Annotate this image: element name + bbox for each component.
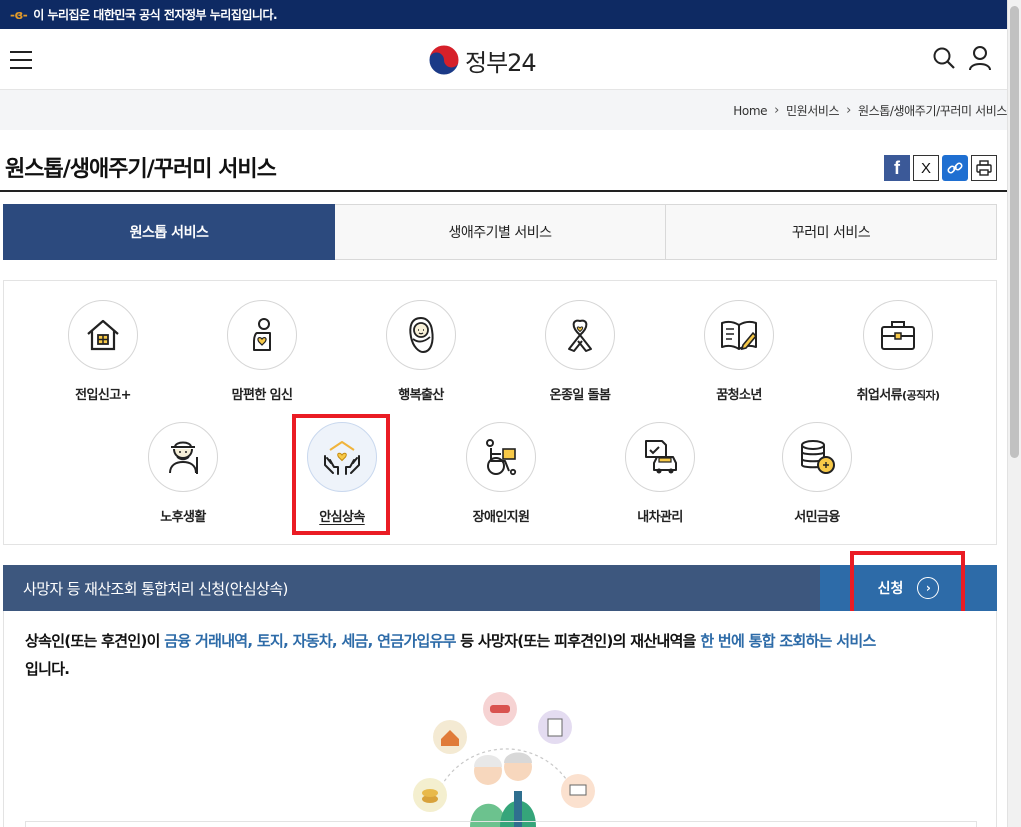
tab-onestop[interactable]: 원스톱 서비스 [3,204,335,260]
service-tabs: 원스톱 서비스 생애주기별 서비스 꾸러미 서비스 [3,204,997,260]
service-circle [148,422,218,492]
service-description: 상속인(또는 후견인)이 금융 거래내역, 토지, 자동차, 세금, 연금가입유… [25,627,985,683]
book-icon [721,320,758,351]
chevron-right-icon: › [774,103,779,118]
page-title: 원스톱/생애주기/꾸러미 서비스 [5,157,277,182]
title-divider [0,190,1007,192]
service-circle [227,300,297,370]
service-circle [466,422,536,492]
logo-text: 정부24 [465,48,537,77]
breadcrumb-current[interactable]: 원스톱/생애주기/꾸러미 서비스 [858,102,1007,119]
service-care[interactable]: 온종일 돌봄 [510,300,650,403]
briefcase-icon [881,321,915,350]
service-circle [68,300,138,370]
service-label: 취업서류(공직자) [857,384,940,403]
service-label: 노후생활 [160,510,206,525]
service-label: 행복출산 [398,388,444,403]
elder-icon [169,441,198,474]
service-youth[interactable]: 꿈청소년 [669,300,809,403]
service-label: 맘편한 임신 [231,388,293,403]
service-senior-life[interactable]: 노후생활 [113,422,253,525]
service-circle [704,300,774,370]
service-disability-support[interactable]: 장애인지원 [431,422,571,525]
tab-package[interactable]: 꾸러미 서비스 [666,204,997,260]
service-car-management[interactable]: 내차관리 [590,422,730,525]
hamburger-menu-icon[interactable] [10,51,32,69]
desc-highlight: 금융 거래내역, 토지, 자동차, 세금, 연금가입유무 [164,632,456,650]
desc-text: 상속인(또는 후견인)이 [25,632,165,650]
service-circle [625,422,695,492]
site-header: 정부24 [0,29,1007,90]
service-circle [782,422,852,492]
wheelchair-icon [486,439,517,476]
share-buttons: f X [884,155,997,181]
service-circle [386,300,456,370]
service-employment-docs[interactable]: 취업서류(공직자) [828,300,968,403]
tab-lifecycle[interactable]: 생애주기별 서비스 [335,204,666,260]
inheritance-illustration [413,692,595,827]
taegeuk-logo-icon [428,44,460,76]
gov-banner: -ɞ- 이 누리집은 대한민국 공식 전자정부 누리집입니다. [0,0,1007,29]
red-highlight-box-service [292,414,390,535]
desc-highlight: 한 번에 통합 조회하는 서비스 [700,632,876,650]
breadcrumb: Home › 민원서비스 › 원스톱/생애주기/꾸러미 서비스 [733,102,1007,119]
breadcrumb-bar: Home › 민원서비스 › 원스톱/생애주기/꾸러미 서비스 [0,90,1007,130]
pregnancy-icon [253,318,271,351]
vertical-scrollbar[interactable] [1007,0,1021,827]
breadcrumb-civil-service[interactable]: 민원서비스 [786,102,840,119]
service-label-main: 취업서류 [856,388,903,403]
ribbon-icon [568,319,592,352]
service-label: 내차관리 [637,510,683,525]
service-label: 온종일 돌봄 [549,388,611,403]
breadcrumb-home[interactable]: Home [733,104,767,118]
car-document-icon [645,440,677,474]
print-icon[interactable] [971,155,997,181]
gov-mark-icon: -ɞ- [10,7,28,22]
service-icon-panel: 전입신고+ 맘편한 임신 행복출산 온종일 돌봄 꿈청소년 취업서류(공직자) [3,280,997,545]
service-label: 꿈청소년 [716,388,762,403]
service-label: 장애인지원 [472,510,530,525]
desc-text: 등 사망자(또는 피후견인)의 재산내역을 [455,632,701,650]
desc-text: 입니다. [25,660,70,678]
chevron-right-icon: › [846,103,851,118]
coins-icon [801,440,835,474]
service-label: 전입신고+ [75,388,131,403]
service-title-bar: 사망자 등 재산조회 통합처리 신청(안심상속) 신청 › [3,565,997,611]
service-birth[interactable]: 행복출산 [351,300,491,403]
gov-banner-text: 이 누리집은 대한민국 공식 전자정부 누리집입니다. [33,8,278,22]
service-circle [545,300,615,370]
service-circle [863,300,933,370]
service-move-in[interactable]: 전입신고+ [33,300,173,403]
service-pregnancy[interactable]: 맘편한 임신 [192,300,332,403]
gov24-logo[interactable]: 정부24 [428,43,537,77]
search-icon[interactable] [932,46,956,70]
x-share-icon[interactable]: X [913,155,939,181]
house-icon [87,319,119,351]
link-copy-icon[interactable] [942,155,968,181]
service-microfinance[interactable]: 서민금융 [747,422,887,525]
facebook-share-icon[interactable]: f [884,155,910,181]
user-icon[interactable] [968,45,992,71]
description-panel: 상속인(또는 후견인)이 금융 거래내역, 토지, 자동차, 세금, 연금가입유… [3,611,997,827]
content-box-top [25,821,977,827]
service-label-sub: (공직자) [902,389,940,402]
service-label: 서민금융 [794,510,840,525]
scrollbar-thumb[interactable] [1010,6,1019,458]
service-bar-title: 사망자 등 재산조회 통합처리 신청(안심상속) [23,580,288,598]
baby-icon [409,316,434,354]
